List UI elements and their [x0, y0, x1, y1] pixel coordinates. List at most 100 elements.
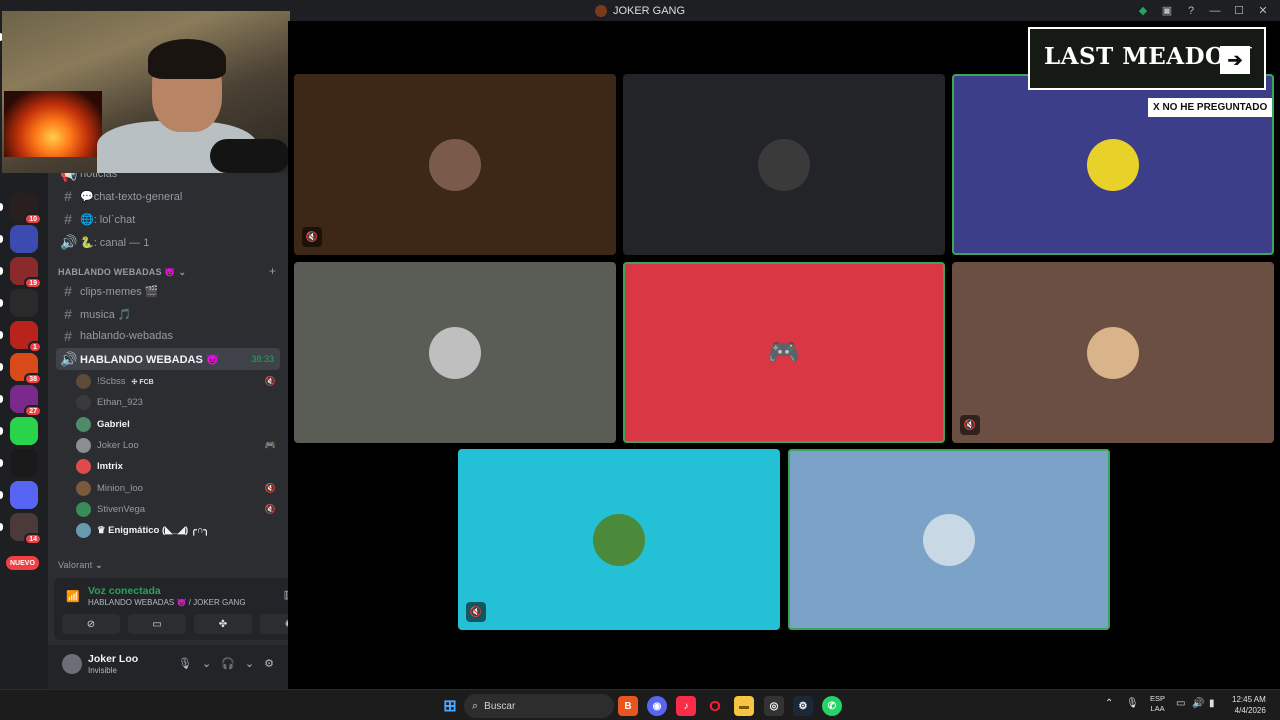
fireplace-video	[4, 91, 102, 157]
server-icon-6[interactable]: 38	[0, 353, 42, 385]
discord-app: JOKER GANG ◆ ▣ ? — ☐ ✕ 10 19 1 38 27 14 NUEVO…	[0, 0, 1280, 720]
voice-user-row[interactable]: !Scbss ✣ FCB 🔇	[76, 371, 282, 392]
taskbar-search[interactable]: ⌕ Buscar	[464, 694, 614, 718]
headphones-icon[interactable]: 🎧	[221, 657, 235, 670]
last-meadow-banner[interactable]: LAST MEADOW ➔	[1028, 27, 1266, 90]
maximize-icon[interactable]: ☐	[1230, 2, 1248, 19]
discord-logo-icon: 🎮	[767, 337, 801, 367]
microphone-icon[interactable]: 🎙	[1126, 698, 1139, 709]
voice-user-row[interactable]: Ethan_923	[76, 392, 282, 413]
channel-lol-chat[interactable]: # 🌐: lol`chat	[56, 208, 280, 230]
voice-user-row[interactable]: Gabriel	[76, 414, 282, 435]
minimize-icon[interactable]: —	[1206, 2, 1224, 19]
video-tile-2[interactable]	[623, 74, 945, 255]
activities-button[interactable]: ✤	[194, 614, 252, 634]
search-placeholder: Buscar	[484, 700, 516, 712]
server-icon-8[interactable]	[0, 417, 38, 445]
microphone-image	[210, 139, 290, 173]
channel-label: musica 🎵	[80, 308, 132, 321]
video-tile-6[interactable]: 🔇	[952, 262, 1274, 443]
hash-icon: #	[64, 211, 72, 227]
voice-user-row[interactable]: lmtrix	[76, 456, 282, 477]
steam-icon[interactable]: ⚙	[793, 696, 813, 716]
channel-musica[interactable]: # musica 🎵	[56, 303, 280, 325]
add-channel-icon[interactable]: +	[269, 264, 276, 278]
server-icon-10[interactable]	[0, 481, 38, 509]
category-hablando-webadas[interactable]: HABLANDO WEBADAS 👿 ⌄	[58, 267, 186, 278]
server-icon-9[interactable]	[0, 449, 38, 477]
voice-user-row[interactable]: StivenVega 🔇	[76, 499, 282, 520]
unread-pill	[0, 267, 3, 275]
network-icon[interactable]: ▭	[1176, 698, 1185, 709]
avatar[interactable]	[62, 654, 82, 674]
voice-user-name: Minion_loo	[97, 482, 143, 494]
mention-badge: 38	[24, 373, 42, 385]
voice-user-row[interactable]: Joker Loo 🎮	[76, 435, 282, 456]
chevron-down-icon[interactable]: ⌄	[245, 657, 254, 670]
discord-icon[interactable]: ◉	[647, 696, 667, 716]
camera-off-button[interactable]: ⊘	[62, 614, 120, 634]
whatsapp-icon[interactable]: ✆	[822, 696, 842, 716]
music-icon[interactable]: ♪	[676, 696, 696, 716]
obs-icon[interactable]: ◎	[764, 696, 784, 716]
voice-connected-subtitle[interactable]: HABLANDO WEBADAS 👿 / JOKER GANG	[88, 598, 246, 607]
unread-pill	[0, 427, 3, 435]
voice-user-row[interactable]: Minion_loo 🔇	[76, 478, 282, 499]
gear-icon[interactable]: ⚙	[264, 657, 274, 670]
help-icon[interactable]: ?	[1182, 2, 1200, 19]
avatar	[76, 437, 91, 453]
arrow-right-icon[interactable]: ➔	[1220, 46, 1250, 74]
unread-pill	[0, 523, 3, 531]
hash-icon: #	[64, 188, 72, 204]
mention-badge: 1	[28, 341, 42, 353]
opera-icon[interactable]: O	[705, 696, 725, 716]
activity-icon: 🎮	[264, 439, 276, 450]
microphone-icon[interactable]: 🎙	[178, 657, 192, 670]
unread-pill	[0, 299, 3, 307]
unread-pill	[0, 491, 3, 499]
windows-start-icon[interactable]: ⊞	[440, 696, 460, 716]
file-explorer-icon[interactable]: ▬	[734, 696, 754, 716]
server-icon-5[interactable]: 1	[0, 321, 42, 353]
video-tile-4[interactable]	[294, 262, 616, 443]
avatar	[76, 501, 91, 517]
signal-icon[interactable]: 📶	[66, 590, 80, 603]
server-icon-4[interactable]	[0, 289, 38, 317]
language-indicator[interactable]: ESP LAA	[1150, 694, 1165, 714]
soundboard-button[interactable]: ✺	[260, 614, 288, 634]
nitro-icon[interactable]: ◆	[1134, 2, 1152, 19]
muted-icon: 🔇	[264, 376, 276, 386]
clock[interactable]: 12:45 AM 4/4/2026	[1232, 694, 1266, 716]
share-screen-button[interactable]: ▭	[128, 614, 186, 634]
server-icon-1[interactable]: 10	[0, 193, 42, 225]
channel-clips-memes[interactable]: # clips-memes 🎬	[56, 280, 280, 302]
video-tile-5[interactable]: 🎮	[623, 262, 945, 443]
brave-icon[interactable]: B	[618, 696, 638, 716]
chevron-up-icon[interactable]: ⌃	[1105, 698, 1113, 709]
inbox-icon[interactable]: ▣	[1158, 2, 1176, 19]
voice-user-row[interactable]: ♛ Enigmático (◣_◢) ╭∩╮	[76, 520, 282, 541]
close-icon[interactable]: ✕	[1254, 2, 1272, 19]
category-valorant[interactable]: Valorant ⌄	[58, 560, 103, 571]
unread-pill	[0, 395, 3, 403]
video-tile-7[interactable]: 🔇	[458, 449, 780, 630]
hash-icon: #	[64, 328, 72, 344]
battery-icon[interactable]: ▮	[1209, 698, 1215, 709]
channel-chat-texto-general[interactable]: # 💬chat-texto-general	[56, 185, 280, 207]
volume-icon[interactable]: 🔊	[1192, 698, 1204, 709]
channel-canal-1[interactable]: 🔊 🐍: canal — 1	[56, 231, 280, 253]
voice-timer: 38:33	[251, 354, 274, 364]
server-icon-3[interactable]: 19	[0, 257, 42, 289]
speaker-icon: 🔊	[60, 350, 78, 367]
server-icon-2[interactable]	[0, 225, 38, 253]
user-name[interactable]: Joker Loo	[88, 653, 138, 665]
voice-channel-hablando-webadas[interactable]: 🔊 HABLANDO WEBADAS 👿 38:33	[56, 348, 280, 370]
server-icon-11[interactable]: 14	[0, 513, 42, 545]
chevron-down-icon[interactable]: ⌄	[202, 657, 211, 670]
avatar	[76, 374, 91, 389]
channel-hablando-webadas[interactable]: # hablando-webadas	[56, 325, 280, 347]
server-icon-7[interactable]: 27	[0, 385, 42, 417]
video-tile-8[interactable]	[788, 449, 1110, 630]
channel-label: 🐍: canal — 1	[80, 236, 150, 249]
video-tile-1[interactable]: 🔇	[294, 74, 616, 255]
